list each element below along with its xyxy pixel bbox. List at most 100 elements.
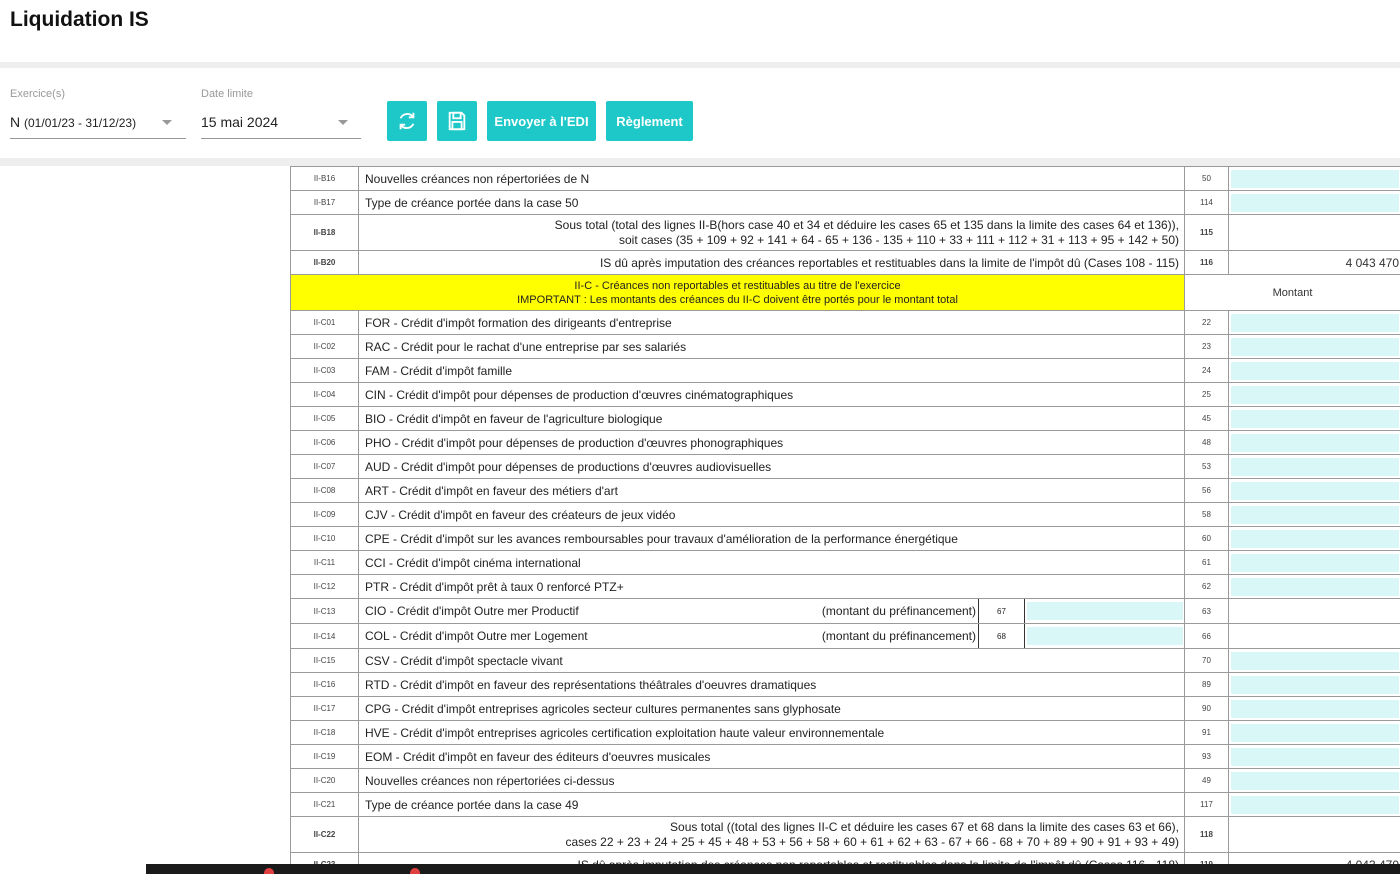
amount-input[interactable] (1231, 169, 1399, 188)
section-c-title: II-C - Créances non reportables et resti… (574, 279, 901, 292)
row-code: II-C09 (290, 502, 359, 527)
amount-cell (1228, 623, 1400, 649)
row-label: BIO - Crédit d'impôt en faveur de l'agri… (358, 406, 1185, 431)
table-row: II-C16 RTD - Crédit d'impôt en faveur des… (290, 672, 1400, 697)
prefinancement-box-number: 67 (979, 599, 1025, 623)
row-box-number: 63 (1184, 598, 1229, 624)
row-label: EOM - Crédit d'impôt en faveur des édite… (358, 744, 1185, 769)
amount-cell (1228, 744, 1400, 769)
amount-cell (1228, 190, 1400, 215)
row-box-number: 66 (1184, 623, 1229, 649)
chevron-down-icon (162, 120, 172, 125)
amount-input[interactable] (1231, 337, 1399, 356)
prefinancement-box-number: 68 (979, 624, 1025, 648)
amount-input[interactable] (1231, 457, 1399, 476)
amount-input[interactable] (1231, 529, 1399, 548)
amount-input[interactable] (1231, 771, 1399, 790)
row-box-number: 48 (1184, 430, 1229, 455)
amount-cell (1228, 526, 1400, 551)
amount-input[interactable] (1231, 723, 1399, 742)
amount-cell (1228, 792, 1400, 817)
row-box-number: 89 (1184, 672, 1229, 697)
table-row: II-C14 COL - Crédit d'impôt Outre mer Log… (290, 623, 1400, 649)
taskbar-app-icon[interactable] (410, 868, 420, 874)
refresh-button[interactable] (387, 101, 427, 141)
row-code: II-C04 (290, 382, 359, 407)
prefinancement-input[interactable] (1027, 602, 1183, 620)
amount-cell (1228, 214, 1400, 251)
table-row: II-C10 CPE - Crédit d'impôt sur les avanc… (290, 526, 1400, 551)
exercice-value: N (01/01/23 - 31/12/23) (10, 114, 136, 130)
chevron-down-icon (338, 120, 348, 125)
row-label: CSV - Crédit d'impôt spectacle vivant (358, 648, 1185, 673)
montant-header: Montant (1184, 274, 1400, 311)
amount-input[interactable] (1231, 313, 1399, 332)
amount-cell (1228, 648, 1400, 673)
amount-input[interactable] (1231, 553, 1399, 572)
date-limite-select[interactable]: Date limite 15 mai 2024 (201, 88, 361, 160)
page-header: Liquidation IS (0, 0, 1400, 62)
row-box-number: 23 (1184, 334, 1229, 359)
section-header-row: II-C - Créances non reportables et resti… (290, 274, 1400, 311)
row-code: II-C13 (290, 598, 359, 624)
prefinancement-label: (montant du préfinancement) (811, 599, 979, 623)
amount-cell (1228, 334, 1400, 359)
row-box-number: 93 (1184, 744, 1229, 769)
is-du-label: IS dû après imputation des créances repo… (358, 250, 1185, 275)
taskbar-app-icon[interactable] (264, 868, 274, 874)
amount-input[interactable] (1231, 675, 1399, 694)
exercice-select[interactable]: Exercice(s) N (01/01/23 - 31/12/23) (10, 88, 186, 160)
subtotal-label: Sous total ((total des lignes II-C et dé… (358, 816, 1185, 853)
amount-input[interactable] (1231, 361, 1399, 380)
subtotal-row: II-C22 Sous total ((total des lignes II-C… (290, 816, 1400, 853)
prefinancement-input[interactable] (1027, 627, 1183, 645)
date-limite-value: 15 mai 2024 (201, 114, 279, 130)
amount-input[interactable] (1231, 481, 1399, 500)
amount-input[interactable] (1231, 795, 1399, 814)
row-code: II-B16 (290, 166, 359, 191)
row-label: AUD - Crédit d'impôt pour dépenses de pr… (358, 454, 1185, 479)
date-limite-label: Date limite (201, 88, 253, 100)
amount-input[interactable] (1231, 505, 1399, 524)
row-code: II-C12 (290, 574, 359, 599)
amount-input[interactable] (1231, 747, 1399, 766)
amount-input[interactable] (1231, 385, 1399, 404)
row-code: II-C18 (290, 720, 359, 745)
row-box-number: 50 (1184, 166, 1229, 191)
subtotal-line2: cases 22 + 23 + 24 + 25 + 45 + 48 + 53 +… (565, 834, 1180, 849)
row-label: CIN - Crédit d'impôt pour dépenses de pr… (358, 382, 1185, 407)
row-box-number: 62 (1184, 574, 1229, 599)
row-box-number: 91 (1184, 720, 1229, 745)
save-button[interactable] (437, 101, 477, 141)
row-label: RAC - Crédit pour le rachat d'une entrep… (358, 334, 1185, 359)
row-code: II-C17 (290, 696, 359, 721)
row-code: II-C21 (290, 792, 359, 817)
row-code: II-C06 (290, 430, 359, 455)
row-box-number: 45 (1184, 406, 1229, 431)
row-label: ART - Crédit d'impôt en faveur des métie… (358, 478, 1185, 503)
row-code: II-B17 (290, 190, 359, 215)
row-box-number: 56 (1184, 478, 1229, 503)
row-code: II-C19 (290, 744, 359, 769)
reglement-button[interactable]: Règlement (606, 101, 693, 141)
table-row: II-C06 PHO - Crédit d'impôt pour dépenses… (290, 430, 1400, 455)
amount-input[interactable] (1231, 409, 1399, 428)
table-row: II-C15 CSV - Crédit d'impôt spectacle viv… (290, 648, 1400, 673)
amount-input[interactable] (1231, 433, 1399, 452)
row-label: CJV - Crédit d'impôt en faveur des créat… (358, 502, 1185, 527)
row-label: CCI - Crédit d'impôt cinéma internationa… (358, 550, 1185, 575)
table-row: II-C08 ART - Crédit d'impôt en faveur des… (290, 478, 1400, 503)
row-code: II-C08 (290, 478, 359, 503)
send-edi-button[interactable]: Envoyer à l'EDI (487, 101, 596, 141)
liquidation-table-container[interactable]: II-B16 Nouvelles créances non répertoriée… (290, 166, 1400, 874)
amount-input[interactable] (1231, 193, 1399, 212)
table-row: II-C17 CPG - Crédit d'impôt entreprises a… (290, 696, 1400, 721)
row-box-number: 70 (1184, 648, 1229, 673)
row-label: CPG - Crédit d'impôt entreprises agricol… (358, 696, 1185, 721)
exercice-range: (01/01/23 - 31/12/23) (24, 116, 137, 130)
row-box-number: 115 (1184, 214, 1229, 251)
amount-input[interactable] (1231, 651, 1399, 670)
subtotal-line1: Sous total ((total des lignes II-C et dé… (670, 819, 1179, 834)
amount-input[interactable] (1231, 699, 1399, 718)
amount-input[interactable] (1231, 577, 1399, 596)
